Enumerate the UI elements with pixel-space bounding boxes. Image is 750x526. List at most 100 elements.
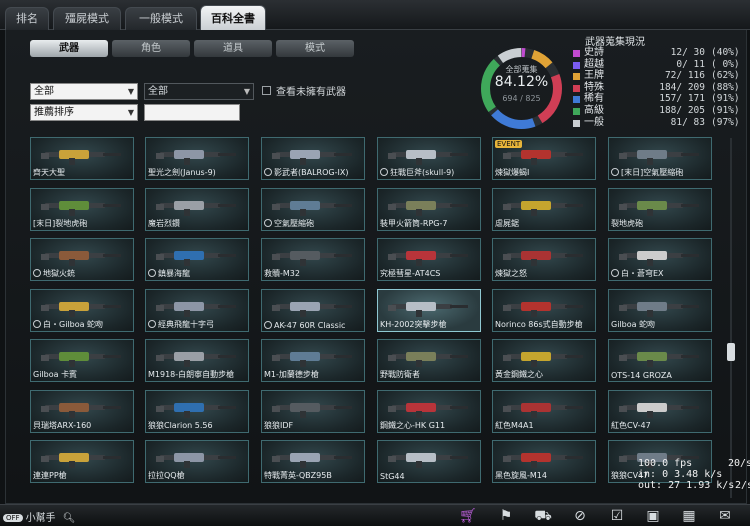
weapon-card[interactable]: Gilboa 蛇吻	[608, 289, 712, 332]
weapon-name-label: M1-加蘭德步槍	[264, 369, 319, 380]
weapon-image	[272, 150, 352, 165]
weapon-card[interactable]: 紅色CV-47	[608, 390, 712, 433]
lock-icon	[148, 269, 156, 277]
rarity-percent: (97%)	[711, 116, 740, 128]
weapon-card[interactable]: 狼狼IDF	[261, 390, 365, 433]
weapon-card[interactable]: 經典飛龍十字弓	[145, 289, 249, 332]
subtab-characters[interactable]: 角色	[112, 40, 190, 57]
weapon-image	[272, 453, 352, 468]
weapon-card[interactable]: 空氣壓縮砲	[261, 188, 365, 231]
weapon-name: 野戰防衛者	[380, 370, 420, 379]
weapon-image	[156, 453, 236, 468]
weapon-image	[41, 302, 121, 317]
rarity-swatch	[573, 108, 580, 115]
weapon-image	[619, 251, 699, 266]
weapon-card[interactable]: 白・蒼穹EX	[608, 238, 712, 281]
weapon-card[interactable]: 虐屍鋸	[492, 188, 596, 231]
scrollbar-thumb[interactable]	[727, 343, 735, 361]
weapon-card[interactable]: [末日]裂地虎砲	[30, 188, 134, 231]
weapon-card[interactable]: 裂地虎砲	[608, 188, 712, 231]
weapon-card[interactable]: Gilboa 卡賓	[30, 339, 134, 382]
window-icon[interactable]: ▣	[644, 507, 662, 525]
lock-icon	[33, 320, 41, 328]
weapon-card[interactable]: 魔岩烈鑽	[145, 188, 249, 231]
event-badge: EVENT	[495, 140, 523, 148]
weapon-name: 紅色CV-47	[611, 421, 651, 430]
weapon-card[interactable]: 鋼鐵之心-HK G11	[377, 390, 481, 433]
rarity-name: 王牌	[584, 70, 604, 82]
rarity-swatch	[573, 50, 580, 57]
weapon-card[interactable]: Norinco 86s式自動步槍	[492, 289, 596, 332]
mail-icon[interactable]: ✉	[716, 507, 734, 525]
tab-zombie-mode[interactable]: 殭屍模式	[53, 7, 121, 30]
weapon-name-label: AK-47 60R Classic	[264, 321, 345, 330]
weapon-card[interactable]: 究極彗星-AT4CS	[377, 238, 481, 281]
subtab-items[interactable]: 道具	[194, 40, 272, 57]
weapon-image	[388, 453, 468, 468]
weapon-card[interactable]: 聖光之劍(Janus-9)	[145, 137, 249, 180]
rarity-name: 特殊	[584, 81, 604, 93]
weapon-card[interactable]: EVENT 煉獄爆蝎I	[492, 137, 596, 180]
weapon-card[interactable]: StG44	[377, 440, 481, 483]
weapon-card[interactable]: 救贖-M32	[261, 238, 365, 281]
weapon-name: 經典飛龍十字弓	[158, 320, 214, 329]
weapon-card[interactable]: 影武者(BALROG-IX)	[261, 137, 365, 180]
weapon-name: 虐屍鋸	[495, 219, 519, 228]
weapon-image	[272, 302, 352, 317]
tab-ranking[interactable]: 排名	[5, 7, 49, 30]
rarity-percent: (91%)	[711, 105, 740, 116]
tab-normal-mode[interactable]: 一般模式	[125, 7, 197, 30]
tab-encyclopedia[interactable]: 百科全書	[200, 5, 266, 31]
stat-row: 高級 188/ 205 (91%)	[573, 105, 745, 117]
weapon-card[interactable]: [末日]空氣壓縮砲	[608, 137, 712, 180]
weapon-card[interactable]: 地獄火銃	[30, 238, 134, 281]
weapon-name-label: 狂戰巨斧(skull-9)	[380, 167, 454, 178]
weapon-card[interactable]: AK-47 60R Classic	[261, 289, 365, 332]
calendar-icon[interactable]: ▦	[680, 507, 698, 525]
weapon-name-label: 齊天大聖	[33, 167, 65, 178]
weapon-card[interactable]: KH-2002突擊步槍	[377, 289, 481, 332]
subtab-weapons[interactable]: 武器	[30, 40, 108, 57]
runner-icon[interactable]: ⚑	[497, 507, 515, 525]
weapon-card[interactable]: 紅色M4A1	[492, 390, 596, 433]
filter-type-select[interactable]: 全部 ▼	[144, 83, 254, 100]
unowned-checkbox[interactable]	[262, 86, 271, 95]
compass-icon[interactable]: ⊘	[571, 507, 589, 525]
weapon-card[interactable]: 野戰防衛者	[377, 339, 481, 382]
weapon-image	[503, 453, 583, 468]
weapon-card[interactable]: M1918-白朗寧自動步槍	[145, 339, 249, 382]
weapon-card[interactable]: 裝甲火箭筒-RPG-7	[377, 188, 481, 231]
checklist-icon[interactable]: ☑	[608, 507, 626, 525]
weapon-name: 煉獄爆蝎I	[495, 168, 530, 177]
rarity-name: 一般	[584, 116, 604, 128]
weapon-name: 地獄火銃	[43, 269, 75, 278]
weapon-card[interactable]: 鎮暴海龍	[145, 238, 249, 281]
shop-icon[interactable]: 🛒︎	[459, 507, 477, 525]
subtab-modes[interactable]: 模式	[276, 40, 354, 57]
lock-icon	[264, 321, 272, 329]
sort-select[interactable]: 推薦排序 ▼	[30, 104, 138, 121]
weapon-card[interactable]: OTS-14 GROZA	[608, 339, 712, 382]
collection-count: 694 / 825	[502, 94, 541, 103]
filter-category-select[interactable]: 全部 ▼	[30, 83, 138, 100]
weapon-card[interactable]: 連連PP槍	[30, 440, 134, 483]
weapon-card[interactable]: M1-加蘭德步槍	[261, 339, 365, 382]
weapon-card[interactable]: 特戰菁英-QBZ95B	[261, 440, 365, 483]
cart-icon[interactable]: ⛟	[534, 507, 552, 525]
weapon-card[interactable]: 狂戰巨斧(skull-9)	[377, 137, 481, 180]
weapon-card[interactable]: 黃金鋼鐵之心	[492, 339, 596, 382]
weapon-name: 黃金鋼鐵之心	[495, 370, 543, 379]
weapon-card[interactable]: 齊天大聖	[30, 137, 134, 180]
weapon-card[interactable]: 黑色旋風-M14	[492, 440, 596, 483]
scrollbar-track[interactable]	[730, 138, 732, 498]
search-input[interactable]	[144, 104, 240, 121]
weapon-card[interactable]: 貝瑞塔ARX-160	[30, 390, 134, 433]
weapon-card[interactable]: 狼狼Clarion 5.56	[145, 390, 249, 433]
rarity-count: 0/ 11	[676, 58, 705, 70]
stat-row: 史詩 12/ 30 (40%)	[573, 47, 745, 59]
weapon-card[interactable]: 白・Gilboa 蛇吻	[30, 289, 134, 332]
rarity-name: 稀有	[584, 93, 604, 105]
helper-button[interactable]: OFF 小幫手 🔍︎	[3, 509, 75, 524]
weapon-card[interactable]: 煉獄之怒	[492, 238, 596, 281]
weapon-card[interactable]: 拉拉QQ槍	[145, 440, 249, 483]
